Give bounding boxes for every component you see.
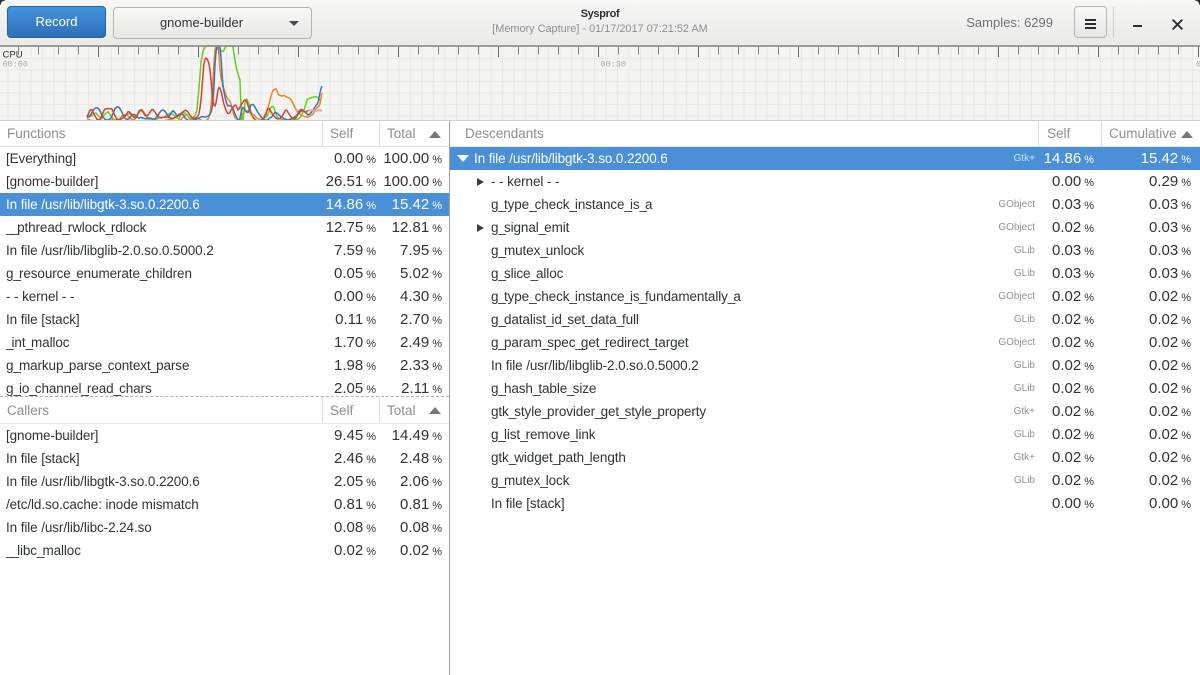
svg-text:00:30: 00:30 [601, 60, 627, 70]
svg-text:00:00: 00:00 [3, 60, 29, 70]
svg-text:01:00: 01:00 [1196, 60, 1200, 70]
